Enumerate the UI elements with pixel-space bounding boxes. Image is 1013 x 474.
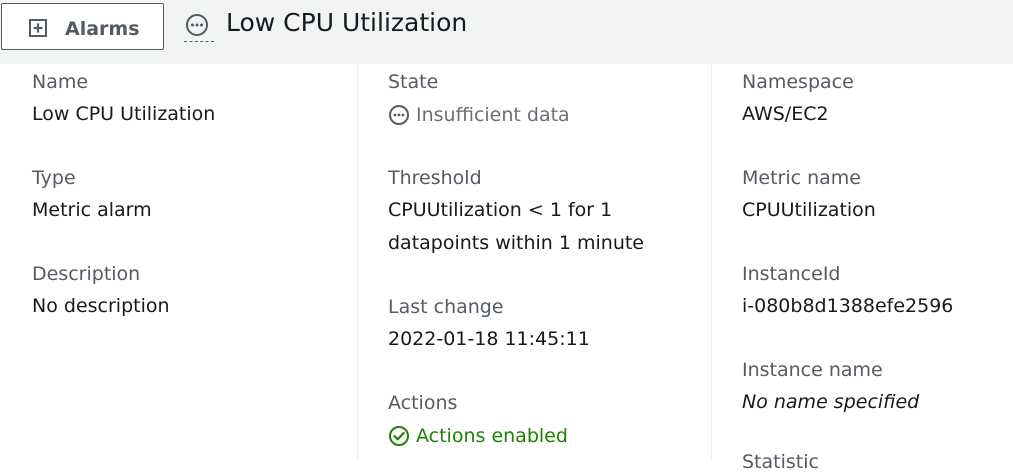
description-label: Description	[32, 263, 141, 285]
instance-id-value: i-080b8d1388efe2596	[742, 295, 954, 317]
namespace-label: Namespace	[742, 71, 854, 93]
alarms-button-label: Alarms	[65, 18, 140, 40]
actions-status: Actions enabled	[388, 424, 568, 448]
metric-name-label: Metric name	[742, 167, 861, 189]
last-change-label: Last change	[388, 296, 504, 318]
icon-underline	[184, 41, 214, 42]
threshold-value-line1: CPUUtilization < 1 for 1	[388, 199, 613, 221]
type-value: Metric alarm	[32, 199, 152, 221]
metric-name-value: CPUUtilization	[742, 199, 876, 221]
threshold-value-line2: datapoints within 1 minute	[388, 232, 644, 254]
type-label: Type	[32, 167, 76, 189]
column-divider	[711, 64, 712, 459]
header-bar: Alarms Low CPU Utilization	[0, 0, 1013, 64]
state-value: Insufficient data	[416, 104, 570, 126]
name-label: Name	[32, 71, 89, 93]
actions-value: Actions enabled	[416, 425, 568, 447]
statistic-label-partial: Statistic	[742, 451, 819, 473]
page-title: Low CPU Utilization	[226, 8, 468, 37]
last-change-value: 2022-01-18 11:45:11	[388, 328, 590, 350]
column-divider	[357, 64, 358, 459]
name-value: Low CPU Utilization	[32, 103, 216, 125]
instance-name-label: Instance name	[742, 359, 883, 381]
description-value: No description	[32, 295, 170, 317]
state-status: Insufficient data	[388, 103, 570, 127]
state-label: State	[388, 71, 439, 93]
threshold-label: Threshold	[388, 167, 482, 189]
insufficient-data-icon[interactable]	[184, 12, 210, 38]
insufficient-data-icon	[389, 105, 409, 125]
instance-id-label: InstanceId	[742, 263, 841, 285]
instance-name-value: No name specified	[742, 391, 920, 413]
actions-label: Actions	[388, 392, 458, 414]
expand-icon	[29, 19, 47, 37]
check-circle-icon	[389, 426, 409, 446]
namespace-value: AWS/EC2	[742, 103, 829, 125]
alarms-button[interactable]: Alarms	[1, 3, 164, 50]
